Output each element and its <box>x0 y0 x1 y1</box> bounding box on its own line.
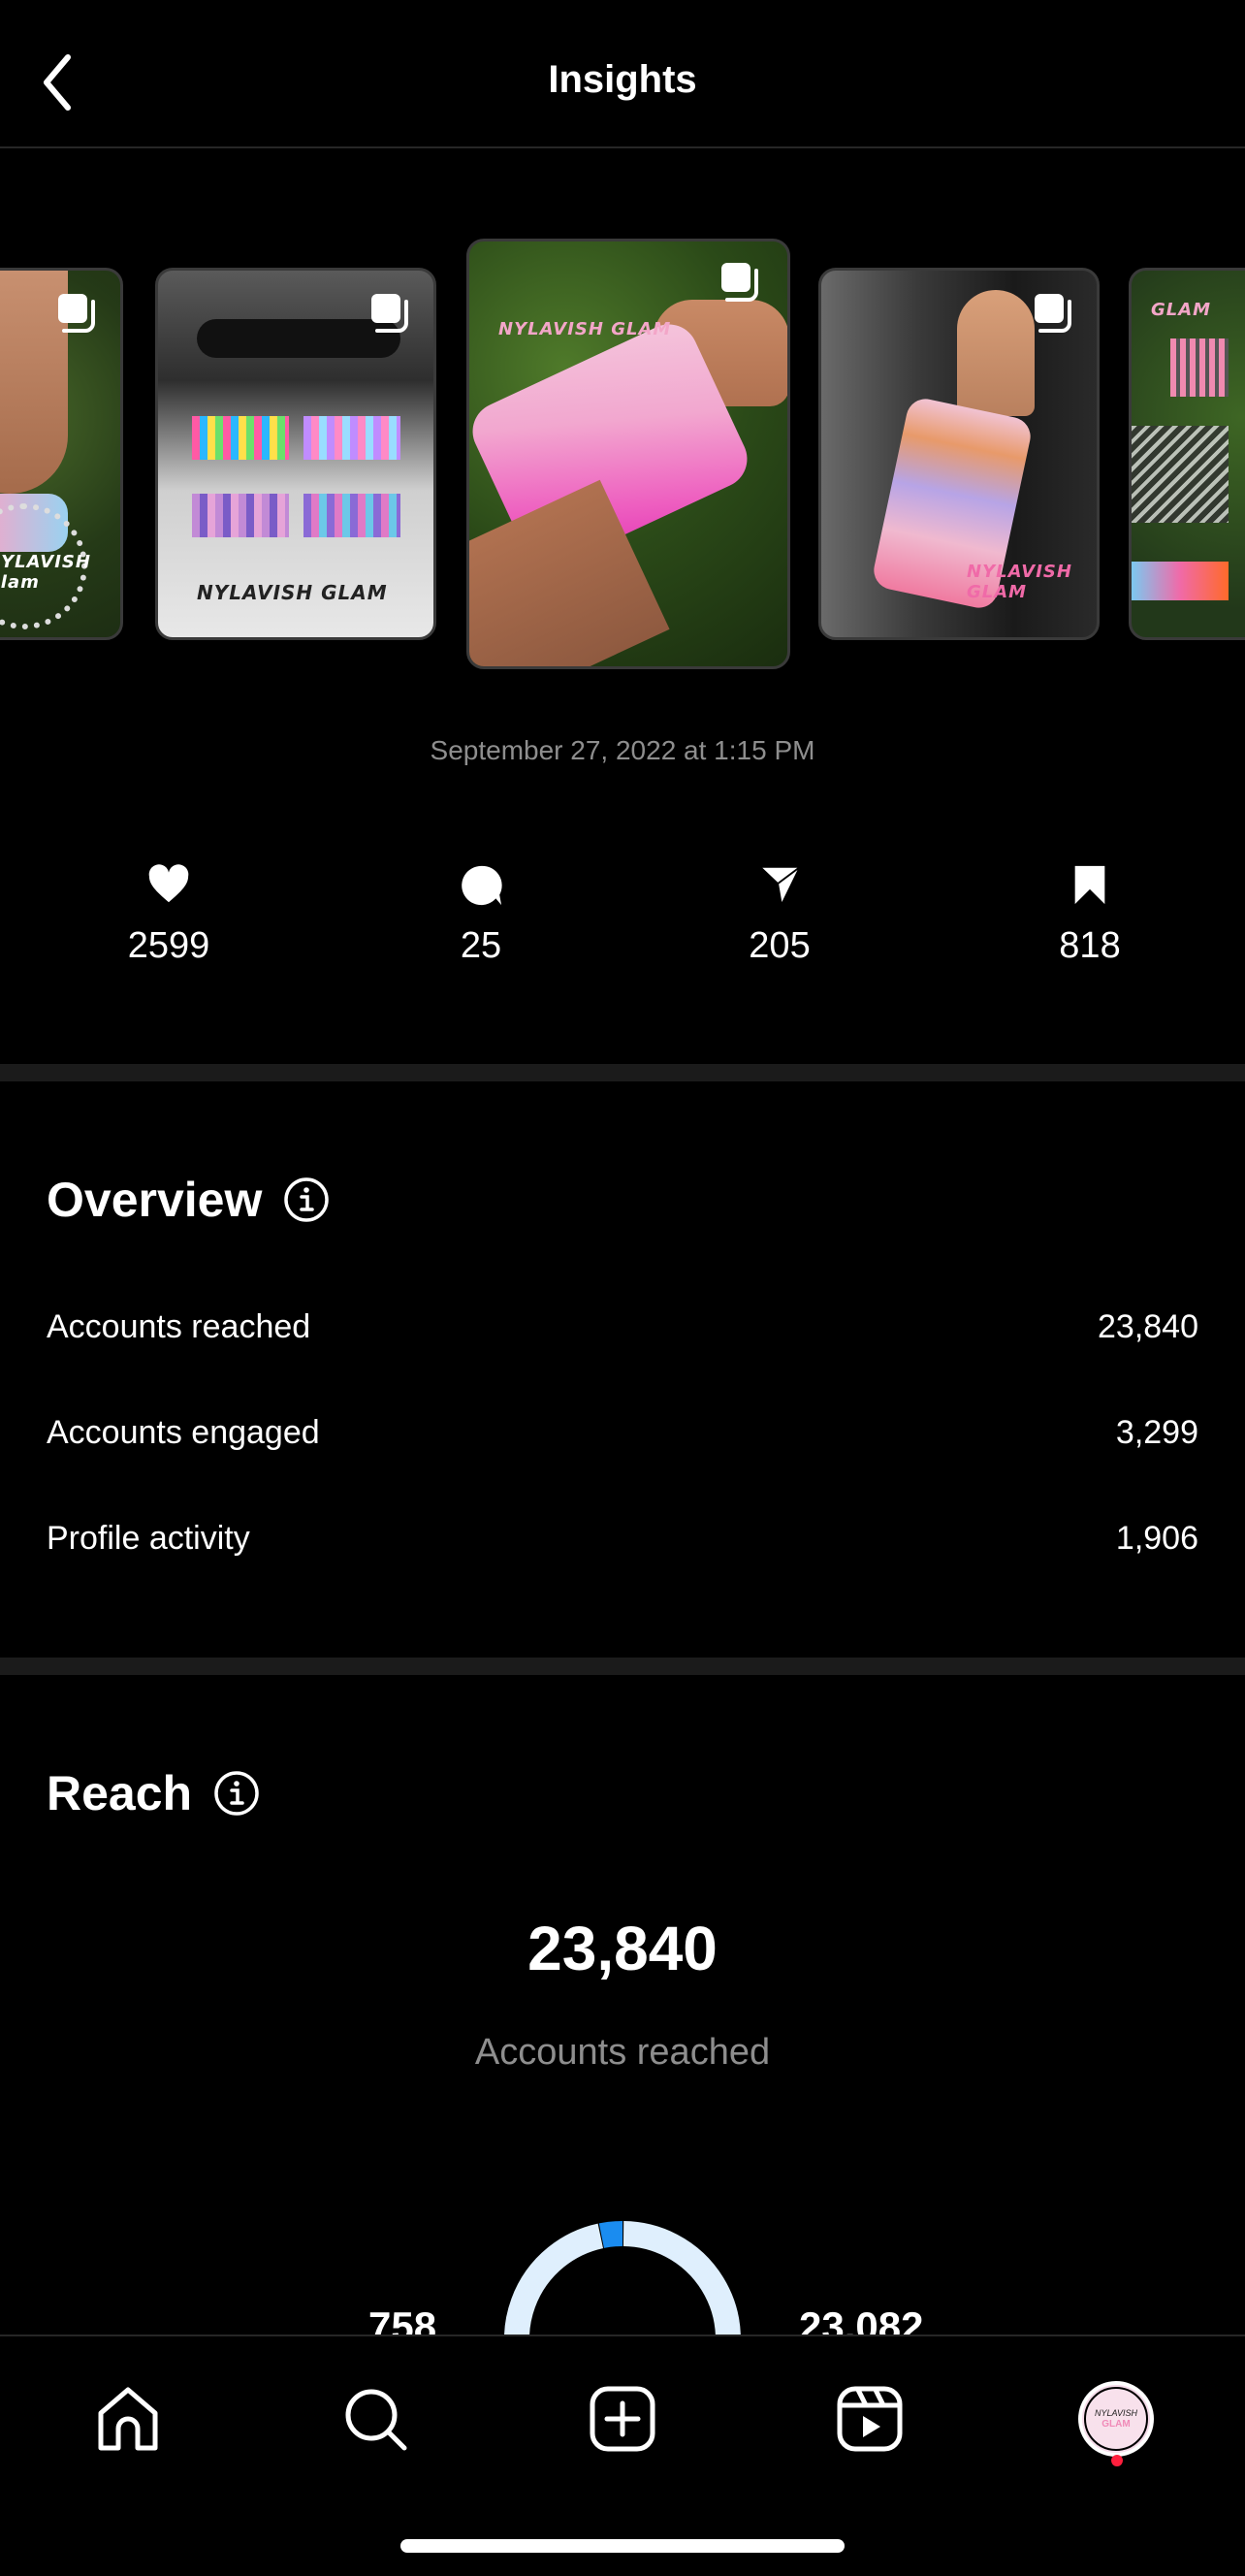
nav-reels[interactable] <box>826 2375 913 2463</box>
keychains-graphic <box>1132 426 1229 523</box>
overview-row-profile-activity[interactable]: Profile activity 1,906 <box>47 1520 1198 1558</box>
multiple-images-icon <box>721 263 758 302</box>
bracelets-graphic <box>192 416 289 460</box>
likes-count: 2599 <box>127 925 210 966</box>
reach-heading: Reach <box>47 1765 260 1821</box>
nav-home[interactable] <box>84 2375 172 2463</box>
row-label: Accounts engaged <box>47 1414 320 1451</box>
overview-heading: Overview <box>47 1172 330 1228</box>
search-icon <box>345 2389 407 2451</box>
nav-search[interactable] <box>332 2375 419 2463</box>
watermark: GLAM <box>1151 300 1212 320</box>
row-label: Profile activity <box>47 1520 250 1557</box>
post-carousel[interactable]: NYLAVISH Glam NYLAVISH GLAM NYLAVISH GLA… <box>0 239 1245 671</box>
nav-create[interactable] <box>579 2375 666 2463</box>
reach-total-label: Accounts reached <box>474 2032 771 2073</box>
donut-segment-followers <box>598 2221 623 2248</box>
watermark: NYLAVISH GLAM <box>967 562 1072 602</box>
overview-row-accounts-reached[interactable]: Accounts reached 23,840 <box>47 1308 1198 1346</box>
avatar-image: NYLAVISH GLAM <box>1084 2387 1148 2451</box>
multiple-images-icon <box>1035 294 1071 333</box>
comments-count: 25 <box>460 925 502 966</box>
comment-icon <box>462 865 502 906</box>
post-timestamp: September 27, 2022 at 1:15 PM <box>430 735 815 765</box>
nav-profile[interactable]: NYLAVISH GLAM <box>1072 2375 1160 2463</box>
charms-graphic <box>1132 562 1229 600</box>
post-thumbnail-2[interactable]: NYLAVISH GLAM <box>155 268 436 640</box>
plus-square-icon <box>590 2386 655 2452</box>
reach-total: 23,840 <box>527 1914 718 1983</box>
post-thumbnail-5[interactable]: GLAM <box>1129 268 1245 640</box>
post-thumbnail-3[interactable]: NYLAVISH GLAM <box>466 239 790 669</box>
engagement-stats: 2599 25 205 818 <box>0 863 1245 989</box>
section-divider <box>0 1658 1245 1675</box>
home-icon <box>98 2387 158 2451</box>
avatar-text-top: NYLAVISH <box>1094 2408 1138 2418</box>
watermark: NYLAVISH Glam <box>0 552 91 593</box>
section-divider <box>0 1064 1245 1081</box>
reels-icon <box>837 2386 903 2452</box>
row-value: 3,299 <box>1115 1414 1198 1451</box>
bracelets-graphic <box>303 416 400 460</box>
shares-count: 205 <box>749 925 811 966</box>
shares-stat: 205 <box>683 863 877 967</box>
avatar: NYLAVISH GLAM <box>1078 2381 1154 2457</box>
saves-stat: 818 <box>993 863 1187 967</box>
share-icon <box>758 865 802 907</box>
top-bar: Insights <box>0 0 1245 148</box>
post-thumbnail-4[interactable]: NYLAVISH GLAM <box>818 268 1100 640</box>
info-icon[interactable] <box>213 1770 260 1817</box>
donut-segment-non-followers <box>504 2221 741 2335</box>
home-indicator[interactable] <box>400 2539 845 2553</box>
bracelets-graphic <box>192 494 289 537</box>
watermark: NYLAVISH GLAM <box>498 319 672 339</box>
heart-icon <box>148 864 189 903</box>
notification-dot <box>1111 2455 1123 2466</box>
likes-stat: 2599 <box>72 863 266 967</box>
row-value: 1,906 <box>1115 1520 1198 1557</box>
bracelets-graphic <box>1170 338 1229 397</box>
info-icon[interactable] <box>283 1176 330 1223</box>
saves-count: 818 <box>1059 925 1121 966</box>
overview-row-accounts-engaged[interactable]: Accounts engaged 3,299 <box>47 1414 1198 1452</box>
row-label: Accounts reached <box>47 1308 311 1345</box>
multiple-images-icon <box>371 294 408 333</box>
hand-graphic <box>957 290 1035 416</box>
reach-title: Reach <box>47 1766 193 1820</box>
avatar-text-bottom: GLAM <box>1101 2419 1131 2430</box>
post-thumbnail-1[interactable]: NYLAVISH Glam <box>0 268 123 640</box>
bracelets-graphic <box>303 494 400 537</box>
watermark: NYLAVISH GLAM <box>197 581 388 604</box>
row-value: 23,840 <box>1098 1308 1198 1345</box>
reach-donut-chart <box>504 2221 741 2335</box>
page-title: Insights <box>548 58 697 101</box>
bookmark-icon <box>1074 865 1105 905</box>
overview-title: Overview <box>47 1173 263 1227</box>
multiple-images-icon <box>58 294 95 333</box>
comments-stat: 25 <box>384 863 578 967</box>
